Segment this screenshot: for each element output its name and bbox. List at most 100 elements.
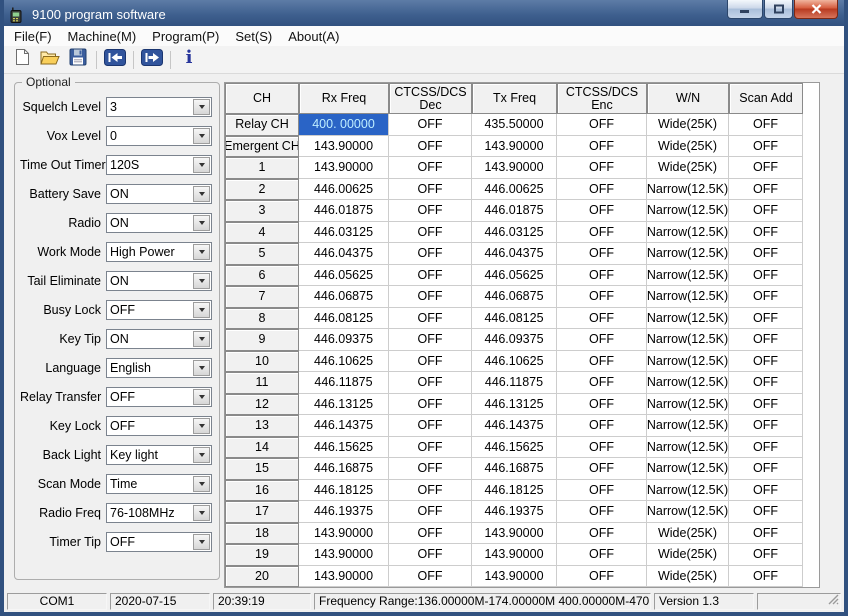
channel-cell[interactable]: 18 [225, 523, 299, 545]
scan-add-cell[interactable]: OFF [729, 329, 803, 351]
channel-cell[interactable]: Relay CH [225, 114, 299, 136]
ctcss-dec-cell[interactable]: OFF [389, 394, 472, 416]
rx-freq-cell[interactable]: 400. 00000 [299, 114, 389, 136]
tx-freq-cell[interactable]: 446.00625 [472, 179, 557, 201]
wn-cell[interactable]: Narrow(12.5K) [647, 286, 729, 308]
wn-cell[interactable]: Narrow(12.5K) [647, 458, 729, 480]
ctcss-enc-cell[interactable]: OFF [557, 480, 647, 502]
tx-freq-cell[interactable]: 446.10625 [472, 351, 557, 373]
channel-cell[interactable]: 4 [225, 222, 299, 244]
wn-cell[interactable]: Narrow(12.5K) [647, 308, 729, 330]
ctcss-dec-cell[interactable]: OFF [389, 372, 472, 394]
channel-cell[interactable]: 17 [225, 501, 299, 523]
tx-freq-cell[interactable]: 446.08125 [472, 308, 557, 330]
ctcss-dec-cell[interactable]: OFF [389, 222, 472, 244]
combo-arrow-button[interactable] [193, 418, 210, 434]
rx-freq-cell[interactable]: 446.03125 [299, 222, 389, 244]
minimize-button[interactable] [727, 0, 763, 19]
channel-cell[interactable]: 12 [225, 394, 299, 416]
combo-arrow-button[interactable] [193, 505, 210, 521]
channel-cell[interactable]: 1 [225, 157, 299, 179]
scan-add-cell[interactable]: OFF [729, 437, 803, 459]
combo-arrow-button[interactable] [193, 360, 210, 376]
rx-freq-cell[interactable]: 446.05625 [299, 265, 389, 287]
scan-add-cell[interactable]: OFF [729, 114, 803, 136]
tx-freq-cell[interactable]: 143.90000 [472, 566, 557, 588]
ctcss-enc-cell[interactable]: OFF [557, 329, 647, 351]
channel-cell[interactable]: 5 [225, 243, 299, 265]
combo-arrow-button[interactable] [193, 215, 210, 231]
combo-back-light[interactable]: Key light [106, 445, 212, 465]
wn-cell[interactable]: Narrow(12.5K) [647, 351, 729, 373]
combo-scan-mode[interactable]: Time [106, 474, 212, 494]
ctcss-dec-cell[interactable]: OFF [389, 329, 472, 351]
rx-freq-cell[interactable]: 446.00625 [299, 179, 389, 201]
scan-add-cell[interactable]: OFF [729, 415, 803, 437]
ctcss-dec-cell[interactable]: OFF [389, 157, 472, 179]
tx-freq-cell[interactable]: 446.13125 [472, 394, 557, 416]
wn-cell[interactable]: Narrow(12.5K) [647, 415, 729, 437]
save-file-button[interactable] [64, 48, 92, 72]
wn-cell[interactable]: Narrow(12.5K) [647, 222, 729, 244]
scan-add-cell[interactable]: OFF [729, 200, 803, 222]
ctcss-enc-cell[interactable]: OFF [557, 222, 647, 244]
close-button[interactable] [794, 0, 838, 19]
ctcss-enc-cell[interactable]: OFF [557, 265, 647, 287]
open-file-button[interactable] [36, 48, 64, 72]
resize-grip[interactable] [828, 594, 839, 608]
rx-freq-cell[interactable]: 446.16875 [299, 458, 389, 480]
scan-add-cell[interactable]: OFF [729, 351, 803, 373]
combo-arrow-button[interactable] [193, 476, 210, 492]
write-to-radio-button[interactable] [138, 48, 166, 72]
channel-cell[interactable]: 6 [225, 265, 299, 287]
ctcss-enc-cell[interactable]: OFF [557, 136, 647, 158]
combo-arrow-button[interactable] [193, 128, 210, 144]
scan-add-cell[interactable]: OFF [729, 179, 803, 201]
tx-freq-cell[interactable]: 143.90000 [472, 523, 557, 545]
wn-cell[interactable]: Wide(25K) [647, 523, 729, 545]
rx-freq-cell[interactable]: 446.01875 [299, 200, 389, 222]
tx-freq-cell[interactable]: 446.03125 [472, 222, 557, 244]
ctcss-enc-cell[interactable]: OFF [557, 544, 647, 566]
scan-add-cell[interactable]: OFF [729, 308, 803, 330]
combo-battery-save[interactable]: ON [106, 184, 212, 204]
wn-cell[interactable]: Narrow(12.5K) [647, 329, 729, 351]
ctcss-dec-cell[interactable]: OFF [389, 265, 472, 287]
scan-add-cell[interactable]: OFF [729, 136, 803, 158]
new-file-button[interactable] [8, 48, 36, 72]
channel-cell[interactable]: 11 [225, 372, 299, 394]
combo-timer-tip[interactable]: OFF [106, 532, 212, 552]
rx-freq-cell[interactable]: 446.10625 [299, 351, 389, 373]
rx-freq-cell[interactable]: 446.18125 [299, 480, 389, 502]
combo-arrow-button[interactable] [193, 99, 210, 115]
ctcss-enc-cell[interactable]: OFF [557, 351, 647, 373]
ctcss-enc-cell[interactable]: OFF [557, 179, 647, 201]
combo-time-out-timer[interactable]: 120S [106, 155, 212, 175]
tx-freq-cell[interactable]: 446.01875 [472, 200, 557, 222]
rx-freq-cell[interactable]: 446.13125 [299, 394, 389, 416]
tx-freq-cell[interactable]: 446.11875 [472, 372, 557, 394]
rx-freq-cell[interactable]: 446.08125 [299, 308, 389, 330]
rx-freq-cell[interactable]: 446.04375 [299, 243, 389, 265]
maximize-button[interactable] [764, 0, 793, 19]
combo-arrow-button[interactable] [193, 389, 210, 405]
combo-radio-freq[interactable]: 76-108MHz [106, 503, 212, 523]
combo-radio[interactable]: ON [106, 213, 212, 233]
tx-freq-cell[interactable]: 446.15625 [472, 437, 557, 459]
channel-cell[interactable]: 19 [225, 544, 299, 566]
wn-cell[interactable]: Narrow(12.5K) [647, 480, 729, 502]
ctcss-dec-cell[interactable]: OFF [389, 523, 472, 545]
ctcss-enc-cell[interactable]: OFF [557, 308, 647, 330]
menu-item-machine[interactable]: Machine(M) [60, 27, 145, 46]
tx-freq-cell[interactable]: 446.14375 [472, 415, 557, 437]
ctcss-enc-cell[interactable]: OFF [557, 157, 647, 179]
rx-freq-cell[interactable]: 446.19375 [299, 501, 389, 523]
combo-arrow-button[interactable] [193, 186, 210, 202]
scan-add-cell[interactable]: OFF [729, 501, 803, 523]
ctcss-dec-cell[interactable]: OFF [389, 351, 472, 373]
channel-cell[interactable]: 2 [225, 179, 299, 201]
ctcss-dec-cell[interactable]: OFF [389, 566, 472, 588]
scan-add-cell[interactable]: OFF [729, 480, 803, 502]
scan-add-cell[interactable]: OFF [729, 222, 803, 244]
tx-freq-cell[interactable]: 446.09375 [472, 329, 557, 351]
